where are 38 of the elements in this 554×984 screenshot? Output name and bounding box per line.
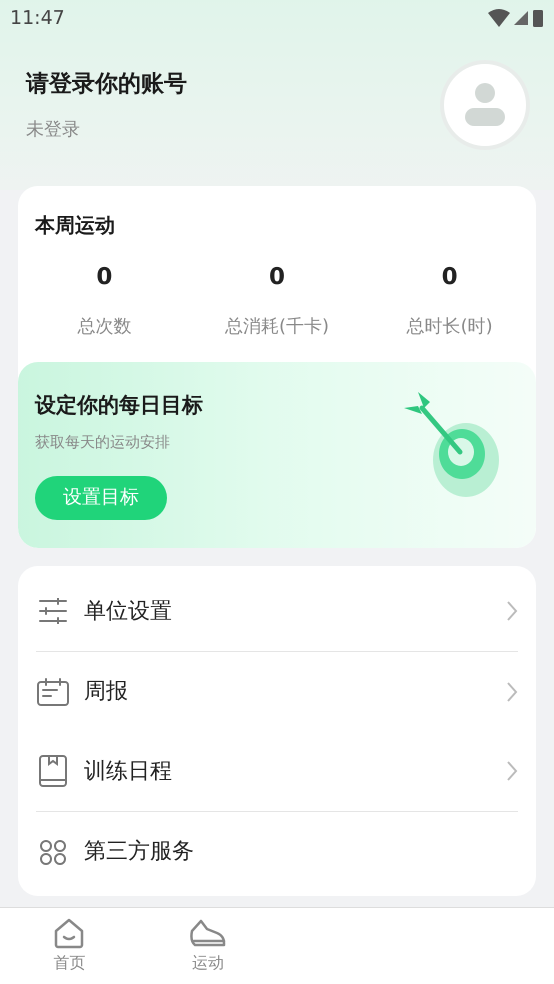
chevron-icon bbox=[506, 680, 518, 702]
target-icon bbox=[404, 390, 500, 498]
battery-icon bbox=[532, 8, 544, 28]
menu-item[interactable]: 第三方服务 bbox=[36, 812, 518, 892]
nav-tab[interactable]: 首页 bbox=[0, 908, 138, 984]
chevron-icon bbox=[506, 600, 518, 622]
home-icon bbox=[53, 917, 86, 949]
stat-label: 总次数 bbox=[77, 314, 132, 338]
menu-item[interactable]: 单位设置 bbox=[36, 572, 518, 652]
sliders-icon bbox=[38, 598, 68, 624]
status-time: 11:47 bbox=[10, 6, 65, 31]
menu-label: 周报 bbox=[84, 678, 129, 706]
goal-subtitle: 获取每天的运动安排 bbox=[35, 432, 171, 453]
menu-item[interactable]: 周报 bbox=[36, 652, 518, 732]
book-icon bbox=[39, 755, 67, 787]
wifi-icon bbox=[488, 9, 510, 27]
menu-item[interactable]: 训练日程 bbox=[36, 732, 518, 812]
nav-tab[interactable]: 运动 bbox=[138, 908, 277, 984]
shoe-icon bbox=[188, 917, 227, 949]
stat-value: 0 bbox=[268, 263, 285, 292]
chevron-icon bbox=[506, 760, 518, 782]
login-title[interactable]: 请登录你的账号 bbox=[26, 67, 187, 102]
menu-label: 训练日程 bbox=[84, 758, 173, 786]
nav-label: 首页 bbox=[53, 952, 86, 974]
stat-value: 0 bbox=[442, 263, 458, 292]
goal-title: 设定你的每日目标 bbox=[35, 392, 203, 418]
weekly-title: 本周运动 bbox=[35, 213, 115, 237]
services-icon bbox=[38, 838, 68, 864]
login-status: 未登录 bbox=[26, 118, 81, 142]
calendar-icon bbox=[37, 678, 69, 706]
stat-label: 总消耗(千卡) bbox=[224, 314, 330, 338]
stat-value: 0 bbox=[96, 263, 112, 292]
person-icon bbox=[464, 82, 506, 128]
stat-label: 总时长(时) bbox=[406, 314, 493, 338]
signal-icon bbox=[514, 11, 528, 25]
menu-label: 单位设置 bbox=[84, 598, 173, 626]
menu-label: 第三方服务 bbox=[84, 838, 195, 866]
nav-label: 运动 bbox=[192, 952, 224, 974]
